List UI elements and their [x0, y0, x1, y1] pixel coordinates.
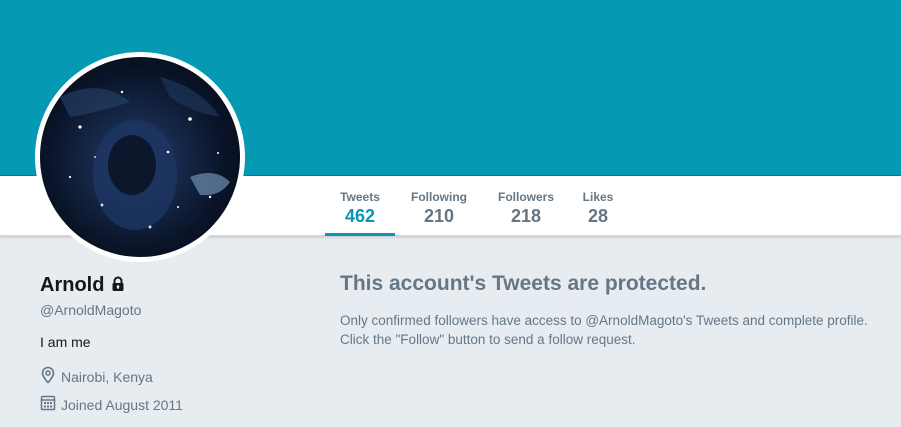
stat-following-value: 210	[423, 206, 455, 226]
profile-bio: I am me	[40, 334, 91, 350]
profile-location: Nairobi, Kenya	[40, 366, 153, 387]
stat-followers-value: 218	[510, 206, 542, 226]
calendar-icon	[40, 395, 61, 414]
profile-name-row: Arnold	[40, 274, 126, 297]
stat-following[interactable]: Following 210	[404, 176, 474, 236]
stat-following-label: Following	[411, 190, 467, 204]
active-tab-underline	[325, 233, 395, 236]
stat-likes-value: 28	[587, 206, 609, 226]
protected-message-line2: Click the "Follow" button to send a foll…	[340, 332, 636, 347]
stat-tweets-value: 462	[344, 206, 376, 226]
stat-tweets-label: Tweets	[340, 190, 380, 204]
location-pin-icon	[40, 366, 61, 387]
protected-message-line1: Only confirmed followers have access to …	[340, 313, 868, 328]
avatar-frame[interactable]	[35, 52, 245, 262]
avatar-artwork	[60, 77, 230, 230]
protected-title: This account's Tweets are protected.	[340, 272, 707, 295]
stat-tweets[interactable]: Tweets 462	[325, 176, 395, 236]
stat-likes-label: Likes	[582, 190, 614, 204]
profile-name[interactable]: Arnold	[40, 274, 104, 297]
protected-message: Only confirmed followers have access to …	[340, 311, 895, 349]
profile-handle[interactable]: @ArnoldMagoto	[40, 302, 141, 318]
profile-joined: Joined August 2011	[40, 395, 183, 414]
stat-followers-label: Followers	[497, 190, 554, 204]
location-text: Nairobi, Kenya	[61, 368, 153, 385]
stat-followers[interactable]: Followers 218	[490, 176, 562, 236]
joined-text: Joined August 2011	[61, 396, 183, 413]
avatar	[40, 57, 240, 257]
lock-icon	[110, 276, 126, 297]
stat-likes[interactable]: Likes 28	[571, 176, 625, 236]
